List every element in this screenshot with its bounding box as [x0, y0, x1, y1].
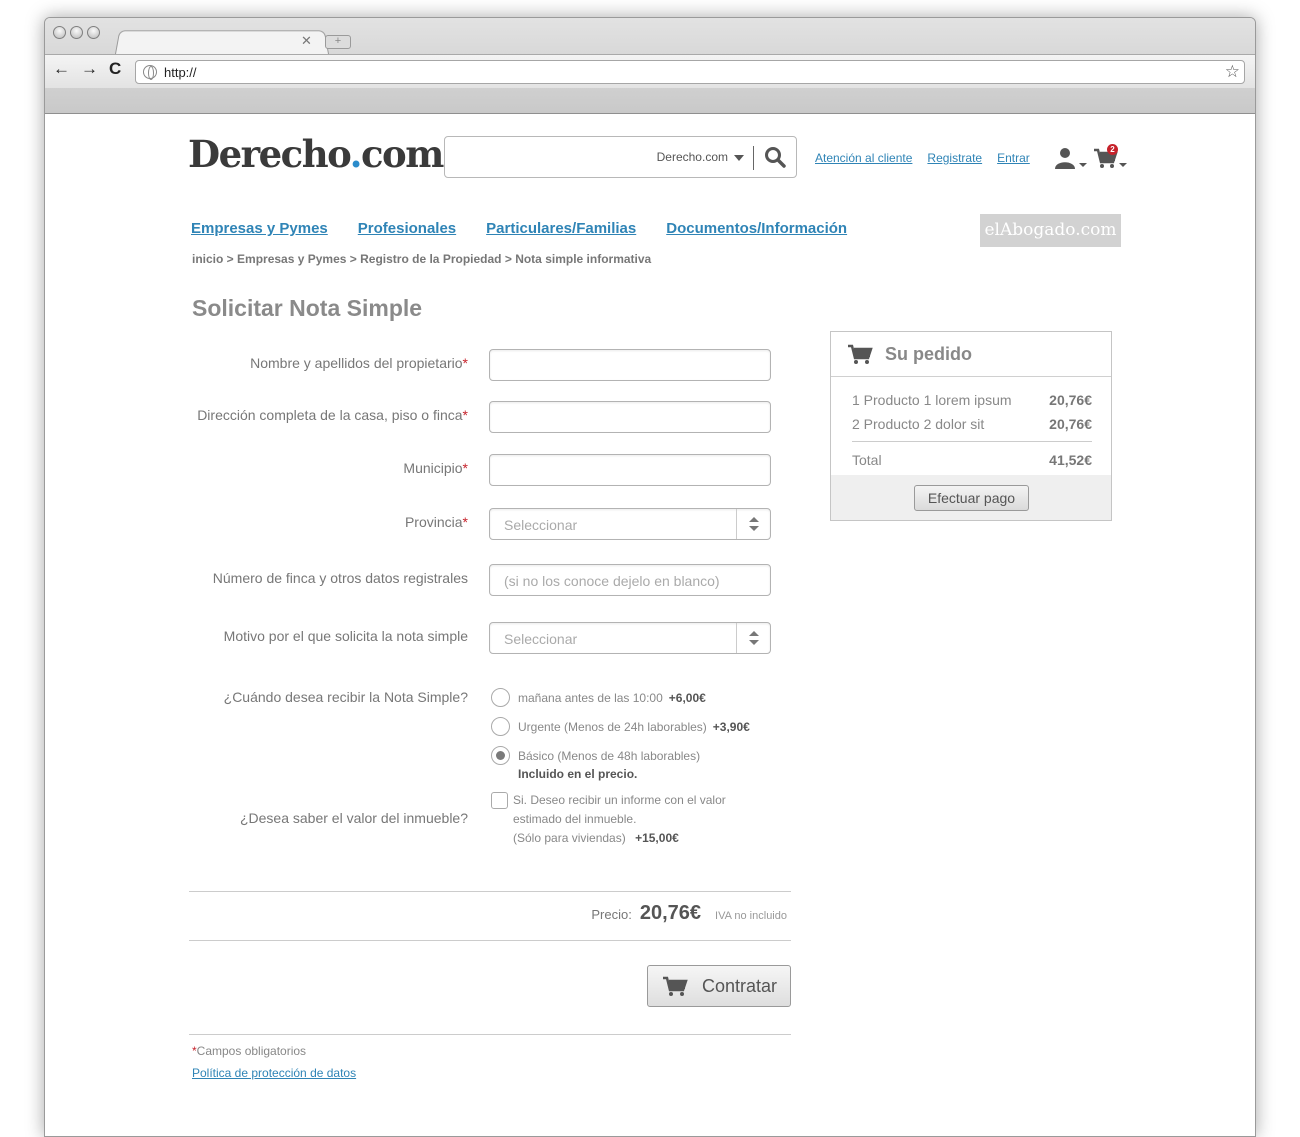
- back-arrow-icon[interactable]: ←: [53, 59, 70, 79]
- order-footer: Efectuar pago: [831, 475, 1111, 520]
- price-summary: Precio: 20,76€ IVA no incluido: [591, 902, 787, 924]
- order-summary: Su pedido 1 Producto 1 lorem ipsum 20,76€…: [830, 331, 1112, 521]
- owner-label: Nombre y apellidos del propietario*: [250, 355, 468, 371]
- reload-icon[interactable]: C: [109, 59, 121, 79]
- order-item: 1 Producto 1 lorem ipsum 20,76€: [852, 392, 1092, 408]
- reason-select[interactable]: Seleccionar: [489, 622, 771, 654]
- main-nav: Empresas y Pymes Profesionales Particula…: [191, 220, 877, 237]
- site-logo[interactable]: Derecho.com: [188, 132, 444, 176]
- customer-service-link[interactable]: Atención al cliente: [815, 151, 912, 165]
- radio-button-selected[interactable]: [491, 746, 510, 765]
- nav-item-profesionales[interactable]: Profesionales: [358, 220, 456, 237]
- bookmark-star-icon[interactable]: ☆: [1225, 62, 1240, 82]
- included-note: Incluido en el precio.: [518, 767, 638, 781]
- nav-item-particulares[interactable]: Particulares/Familias: [486, 220, 636, 237]
- delivery-label: ¿Cuándo desea recibir la Nota Simple?: [223, 689, 468, 705]
- cart-icon[interactable]: 2: [1093, 144, 1129, 176]
- delivery-option-basic[interactable]: Básico (Menos de 48h laborables): [491, 746, 700, 765]
- zoom-window-button[interactable]: [87, 26, 100, 39]
- select-arrows-icon: [736, 509, 770, 539]
- delivery-option-urgent[interactable]: Urgente (Menos de 24h laborables) +3,90€: [491, 717, 750, 736]
- partner-site-badge[interactable]: elAbogado.com: [980, 214, 1121, 247]
- order-item: 2 Producto 2 dolor sit 20,76€: [852, 416, 1092, 432]
- address-input[interactable]: [489, 401, 771, 433]
- order-total: Total 41,52€: [852, 452, 1092, 468]
- search-bar[interactable]: Derecho.com: [444, 136, 797, 178]
- nav-item-documentos[interactable]: Documentos/Información: [666, 220, 847, 237]
- reason-label: Motivo por el que solicita la nota simpl…: [223, 628, 468, 644]
- breadcrumb-empresas[interactable]: Empresas y Pymes: [237, 252, 346, 266]
- province-label: Provincia*: [404, 514, 468, 530]
- cart-icon: [663, 976, 688, 996]
- new-tab-button[interactable]: +: [325, 35, 351, 49]
- divider: [189, 940, 791, 941]
- radio-button[interactable]: [491, 688, 510, 707]
- breadcrumb-home[interactable]: inicio: [192, 252, 223, 266]
- price-value: 20,76€: [639, 902, 702, 924]
- browser-window: ✕ + ← → C http:// ☆ Derecho.com Derecho.…: [44, 17, 1256, 1137]
- globe-icon: [143, 65, 157, 80]
- forward-arrow-icon[interactable]: →: [81, 59, 98, 79]
- close-tab-icon[interactable]: ✕: [301, 33, 312, 49]
- url-text[interactable]: http://: [164, 65, 197, 80]
- browser-toolbar: ← → C http:// ☆: [45, 54, 1255, 88]
- page-title: Solicitar Nota Simple: [192, 295, 423, 321]
- header-links: Atención al cliente Registrate Entrar: [815, 151, 1030, 165]
- radio-button[interactable]: [491, 717, 510, 736]
- breadcrumb-current: Nota simple informativa: [515, 252, 652, 266]
- municipality-label: Municipio*: [403, 460, 468, 476]
- search-icon[interactable]: [764, 146, 786, 168]
- valuation-description: Si. Deseo recibir un informe con el valo…: [513, 793, 726, 845]
- valuation-checkbox[interactable]: [491, 792, 508, 809]
- web-page: Derecho.com Derecho.com Atención al clie…: [45, 114, 1255, 1136]
- breadcrumb: inicio > Empresas y Pymes > Registro de …: [192, 252, 652, 266]
- required-fields-note: *Campos obligatorios: [192, 1044, 307, 1058]
- breadcrumb-registro[interactable]: Registro de la Propiedad: [360, 252, 501, 266]
- register-link[interactable]: Registrate: [927, 151, 982, 165]
- valuation-label: ¿Desea saber el valor del inmueble?: [239, 810, 468, 826]
- browser-chrome: ✕ + ← → C http:// ☆: [45, 18, 1255, 114]
- login-link[interactable]: Entrar: [997, 151, 1030, 165]
- municipality-input[interactable]: [489, 454, 771, 486]
- delivery-option-tomorrow[interactable]: mañana antes de las 10:00 +6,00€: [491, 688, 706, 707]
- chevron-down-icon: [734, 154, 744, 161]
- registry-data-input[interactable]: (si no los conoce dejelo en blanco): [489, 564, 771, 596]
- divider: [852, 441, 1092, 442]
- contract-button[interactable]: Contratar: [647, 965, 791, 1007]
- province-select[interactable]: Seleccionar: [489, 508, 771, 540]
- pay-button[interactable]: Efectuar pago: [914, 485, 1029, 511]
- cart-count-badge: 2: [1107, 144, 1118, 155]
- search-divider: [753, 146, 754, 170]
- close-window-button[interactable]: [53, 26, 66, 39]
- registry-label: Número de finca y otros datos registrale…: [212, 570, 468, 586]
- minimize-window-button[interactable]: [70, 26, 83, 39]
- address-label: Dirección completa de la casa, piso o fi…: [197, 407, 468, 423]
- nav-item-empresas[interactable]: Empresas y Pymes: [191, 220, 328, 237]
- divider: [189, 891, 791, 892]
- address-bar[interactable]: http:// ☆: [135, 60, 1245, 84]
- divider: [189, 1034, 791, 1035]
- browser-tab[interactable]: [114, 30, 330, 57]
- cart-icon: [848, 344, 873, 364]
- window-controls: [53, 26, 100, 39]
- search-scope-dropdown[interactable]: Derecho.com: [657, 150, 744, 164]
- select-arrows-icon: [736, 623, 770, 653]
- user-icon[interactable]: [1053, 147, 1089, 171]
- privacy-policy-link[interactable]: Política de protección de datos: [192, 1066, 356, 1080]
- order-header: Su pedido: [831, 332, 1111, 377]
- owner-name-input[interactable]: [489, 349, 771, 381]
